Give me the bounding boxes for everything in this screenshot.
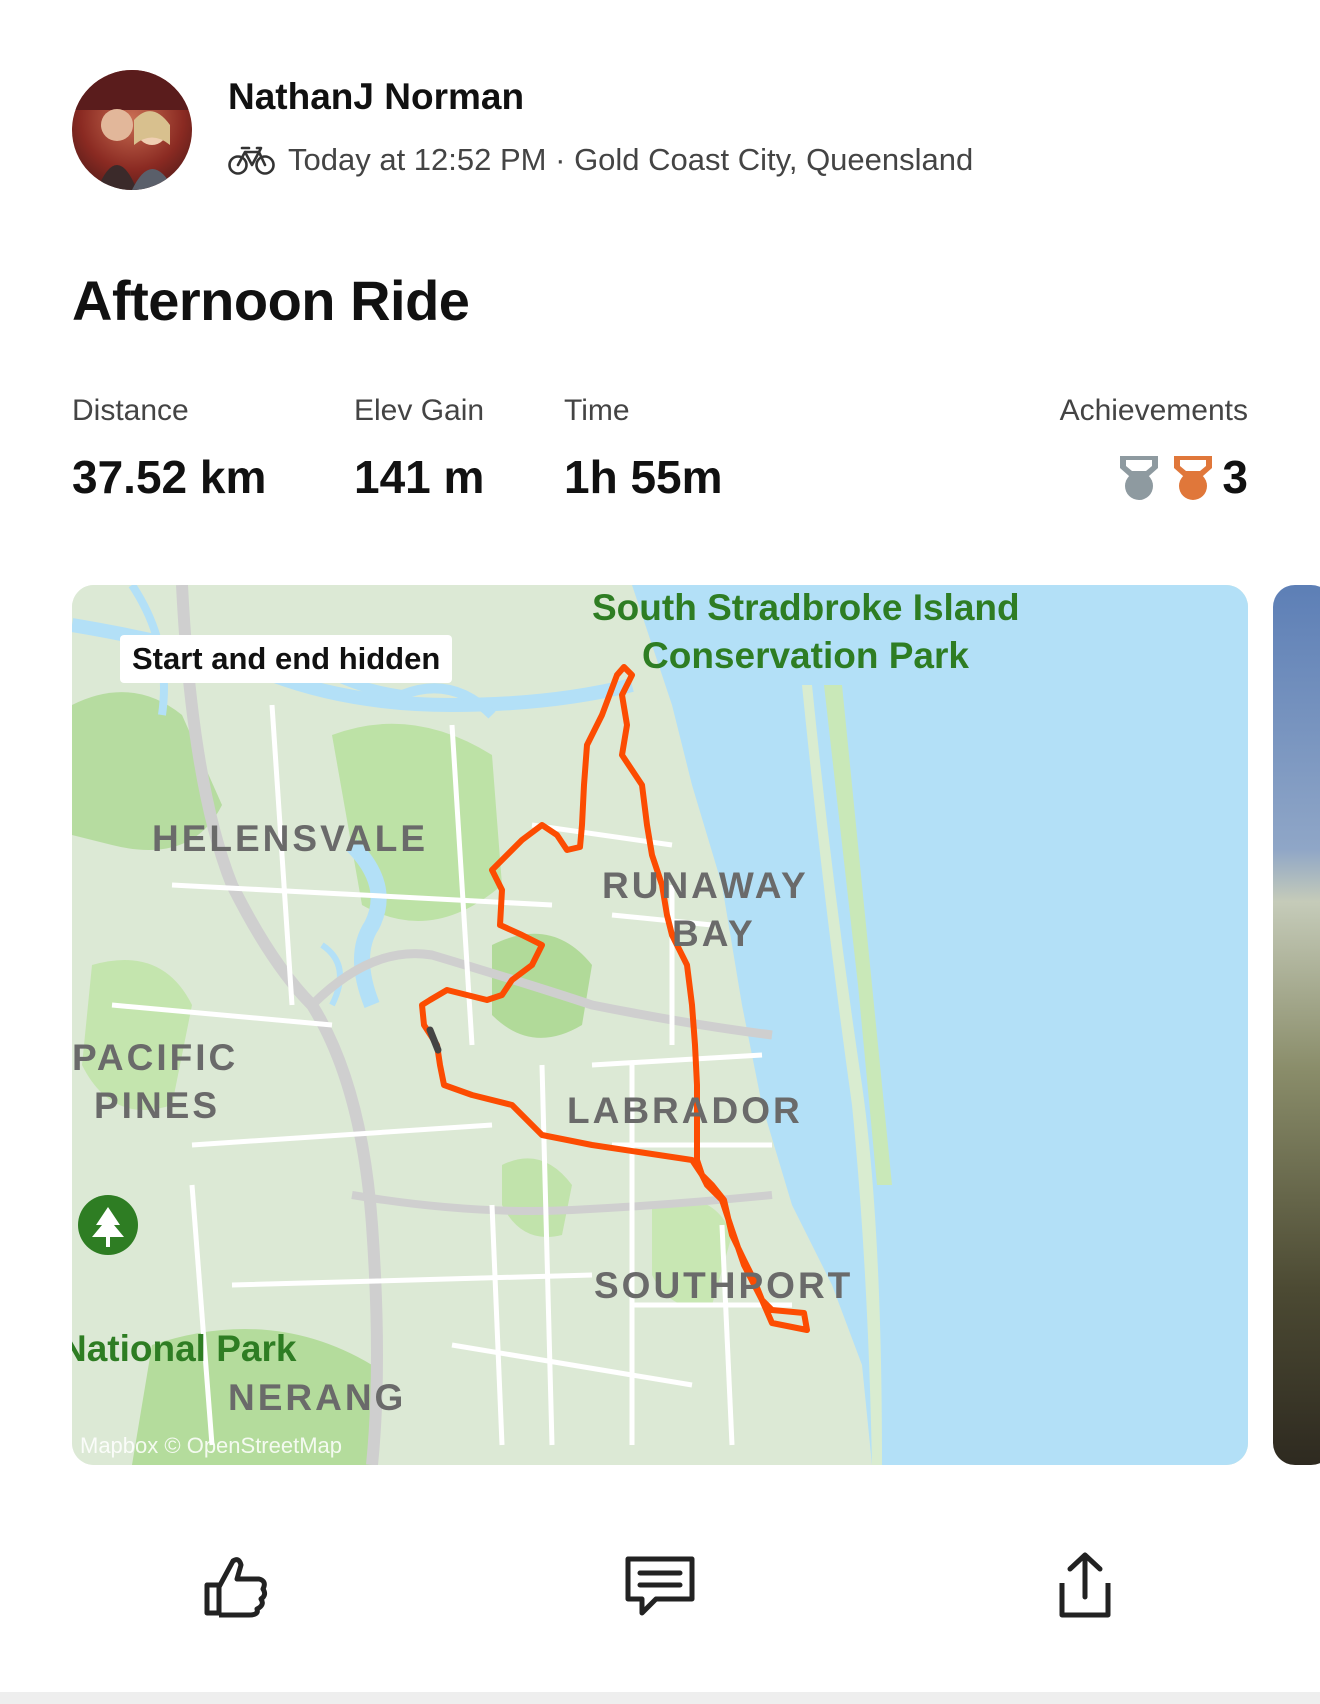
map-label-labrador: LABRADOR xyxy=(567,1090,803,1131)
activity-title[interactable]: Afternoon Ride xyxy=(72,268,470,333)
photo-thumbnail[interactable] xyxy=(1273,585,1320,1465)
stat-label: Time xyxy=(564,394,630,427)
stat-value: 141 m xyxy=(354,451,485,503)
stat-achievements[interactable]: Achievements 3 xyxy=(1060,394,1248,503)
privacy-badge: Start and end hidden xyxy=(120,635,453,683)
comment-icon xyxy=(625,1556,695,1616)
stat-value: 1h 55m xyxy=(564,451,723,503)
share-icon xyxy=(1059,1552,1111,1618)
athlete-avatar[interactable] xyxy=(72,70,192,190)
thumbs-up-icon xyxy=(204,1557,268,1618)
bronze-medal-icon xyxy=(1174,455,1213,500)
share-button[interactable] xyxy=(1040,1540,1130,1630)
map-label-pacific: PACIFIC xyxy=(72,1037,239,1078)
activity-timestamp: Today at 12:52 PM xyxy=(288,142,547,177)
map-label-nerang: NERANG xyxy=(228,1377,407,1418)
comment-button[interactable] xyxy=(615,1540,705,1630)
bike-icon xyxy=(228,146,275,175)
achievements-row: 3 xyxy=(1060,450,1248,503)
activity-header: NathanJ Norman Today at 12:52 PM · Gold … xyxy=(72,70,1272,192)
stat-label: Elev Gain xyxy=(354,394,485,427)
route-map[interactable]: Start and end hidden South Stradbroke Is… xyxy=(72,585,1248,1465)
map-label-park: South Stradbroke Island xyxy=(592,587,1020,628)
map-label-southport: SOUTHPORT xyxy=(594,1265,854,1306)
athlete-name[interactable]: NathanJ Norman xyxy=(228,76,524,118)
map-label-national-park: National Park xyxy=(72,1328,297,1369)
map-label-bay: BAY xyxy=(672,913,756,954)
feed-divider xyxy=(0,1692,1320,1704)
map-label-park-2: Conservation Park xyxy=(642,635,969,676)
map-label-helensvale: HELENSVALE xyxy=(152,818,429,859)
stat-value: 37.52 km xyxy=(72,451,267,503)
activity-location: Gold Coast City, Queensland xyxy=(574,142,974,177)
map-label-pines: PINES xyxy=(94,1085,221,1126)
stat-elev-gain: Elev Gain 141 m xyxy=(354,394,484,504)
kudos-button[interactable] xyxy=(190,1540,280,1630)
stat-distance: Distance 37.52 km xyxy=(72,394,266,504)
silver-medal-icon xyxy=(1120,455,1159,500)
action-bar xyxy=(0,1540,1320,1640)
map-label-runaway: RUNAWAY xyxy=(602,865,809,906)
meta-separator: · xyxy=(546,142,575,177)
map-attribution[interactable]: Mapbox © OpenStreetMap xyxy=(80,1433,342,1459)
stat-label: Achievements xyxy=(1059,394,1248,427)
activity-meta: Today at 12:52 PM · Gold Coast City, Que… xyxy=(228,142,973,178)
stat-time: Time 1h 55m xyxy=(564,394,723,504)
stat-label: Distance xyxy=(72,394,189,427)
achievements-count: 3 xyxy=(1222,450,1248,503)
